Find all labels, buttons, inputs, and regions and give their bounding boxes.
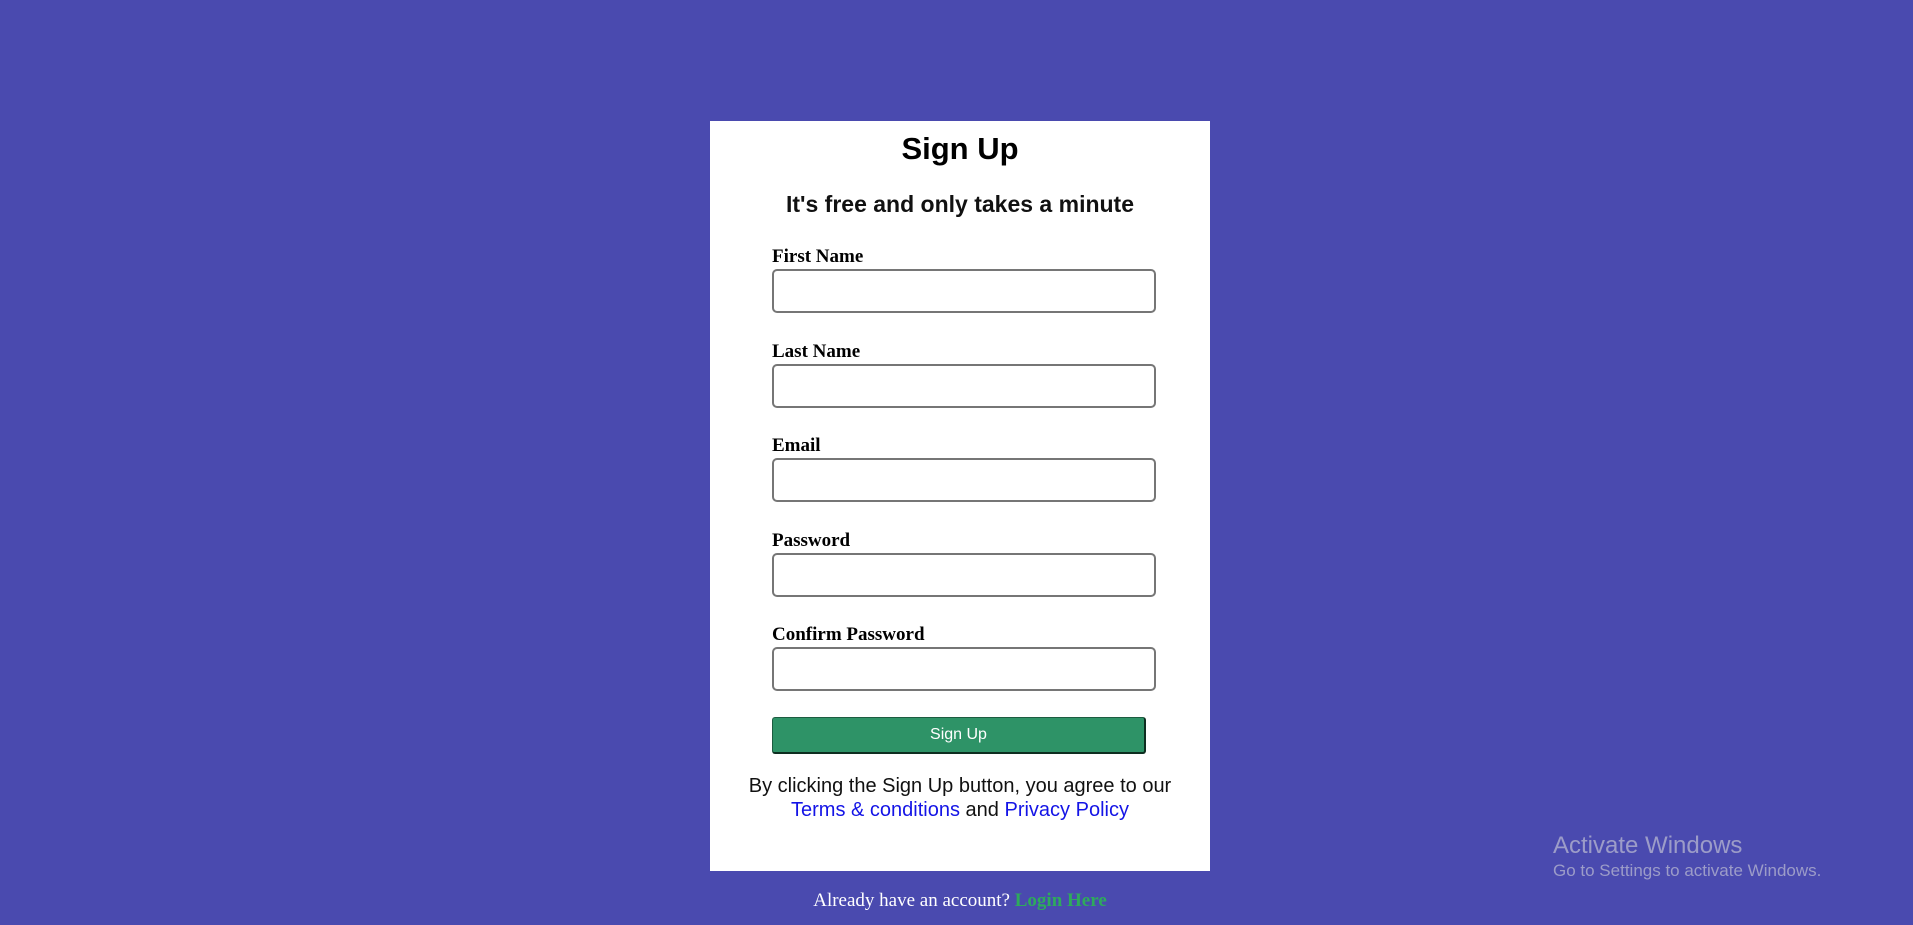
- agreement-text: By clicking the Sign Up button, you agre…: [710, 774, 1210, 822]
- login-prompt: Already have an account? Login Here: [0, 890, 1913, 912]
- email-input[interactable]: [772, 458, 1156, 502]
- page-title: Sign Up: [901, 131, 1019, 166]
- page-subtitle: It's free and only takes a minute: [785, 191, 1135, 217]
- sign-up-button[interactable]: Sign Up: [772, 717, 1146, 754]
- signup-card: Sign Up It's free and only takes a minut…: [710, 121, 1210, 871]
- terms-link[interactable]: Terms & conditions: [791, 799, 960, 821]
- activate-windows-watermark: Activate Windows Go to Settings to activ…: [1553, 832, 1821, 882]
- email-label: Email: [772, 435, 821, 456]
- confirm-password-label: Confirm Password: [772, 624, 925, 645]
- agreement-prefix: By clicking the Sign Up button, you agre…: [748, 775, 1172, 797]
- privacy-policy-link[interactable]: Privacy Policy: [1004, 799, 1128, 821]
- first-name-input[interactable]: [772, 269, 1156, 313]
- last-name-label: Last Name: [772, 341, 861, 362]
- login-prompt-text: Already have an account?: [813, 890, 1010, 911]
- login-link[interactable]: Login Here: [1015, 890, 1107, 911]
- agreement-conjunction: and: [965, 799, 999, 821]
- watermark-title: Activate Windows: [1553, 832, 1743, 859]
- password-input[interactable]: [772, 553, 1156, 597]
- confirm-password-input[interactable]: [772, 647, 1156, 691]
- last-name-input[interactable]: [772, 364, 1156, 408]
- first-name-label: First Name: [772, 246, 864, 267]
- password-label: Password: [772, 530, 851, 551]
- watermark-subtitle: Go to Settings to activate Windows.: [1553, 861, 1822, 880]
